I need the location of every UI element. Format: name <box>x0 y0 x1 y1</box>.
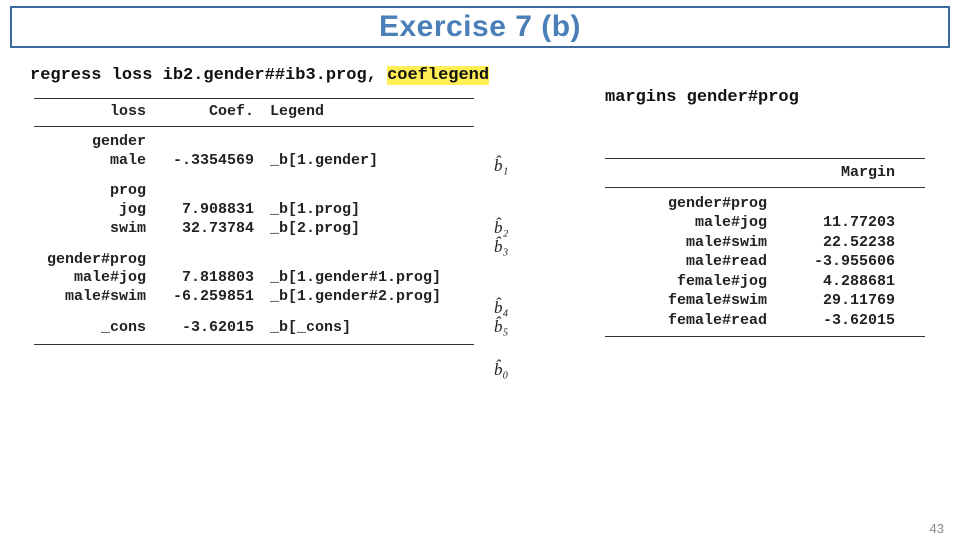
margins-command: margins gender#prog <box>605 88 799 107</box>
bhat-4: b̂₄ <box>494 298 508 318</box>
hdr-depvar: loss <box>34 103 154 122</box>
bhat-1: b̂₁ <box>494 156 508 176</box>
regression-table: loss Coef. Legend gender male -.3354569 … <box>34 98 474 345</box>
row-swim: swim 32.73784 _b[2.prog] <box>34 220 474 239</box>
row-malejog: male#jog 7.818803 _b[1.gender#1.prog] <box>34 269 474 288</box>
marg-row: female#read-3.62015 <box>605 311 935 331</box>
bhat-2: b̂₂ <box>494 218 508 238</box>
bhat-3: b̂₃ <box>494 237 508 257</box>
row-jog: jog 7.908831 _b[1.prog] <box>34 201 474 220</box>
marg-row: male#read-3.955606 <box>605 252 935 272</box>
hdr-legend: Legend <box>264 103 464 122</box>
cmd-highlight: coeflegend <box>387 66 489 85</box>
grp-prog: prog <box>34 182 154 201</box>
page-number: 43 <box>930 521 944 536</box>
row-cons: _cons -3.62015 _b[_cons] <box>34 319 474 338</box>
marg-row: female#jog4.288681 <box>605 272 935 292</box>
grp-gender: gender <box>34 133 154 152</box>
cmd-text: regress loss ib2.gender##ib3.prog, <box>30 66 387 85</box>
marg-row: female#swim29.11769 <box>605 291 935 311</box>
regress-command: regress loss ib2.gender##ib3.prog, coefl… <box>30 66 930 85</box>
page-title: Exercise 7 (b) <box>379 10 581 43</box>
row-maleswim: male#swim -6.259851 _b[1.gender#2.prog] <box>34 288 474 307</box>
hdr-coef: Coef. <box>154 103 264 122</box>
margins-table: x Margin gender#prog male#jog11.77203 ma… <box>605 158 935 337</box>
marg-row: male#jog11.77203 <box>605 213 935 233</box>
grp-interact: gender#prog <box>34 251 154 270</box>
marg-group: gender#prog <box>605 194 775 214</box>
row-male: male -.3354569 _b[1.gender] <box>34 152 474 171</box>
title-bar: Exercise 7 (b) <box>10 6 950 48</box>
bhat-5: b̂₅ <box>494 317 508 337</box>
marg-row: male#swim22.52238 <box>605 233 935 253</box>
bhat-0: b̂₀ <box>494 360 508 380</box>
marg-hdr: Margin <box>775 163 905 183</box>
content-area: regress loss ib2.gender##ib3.prog, coefl… <box>0 48 960 85</box>
